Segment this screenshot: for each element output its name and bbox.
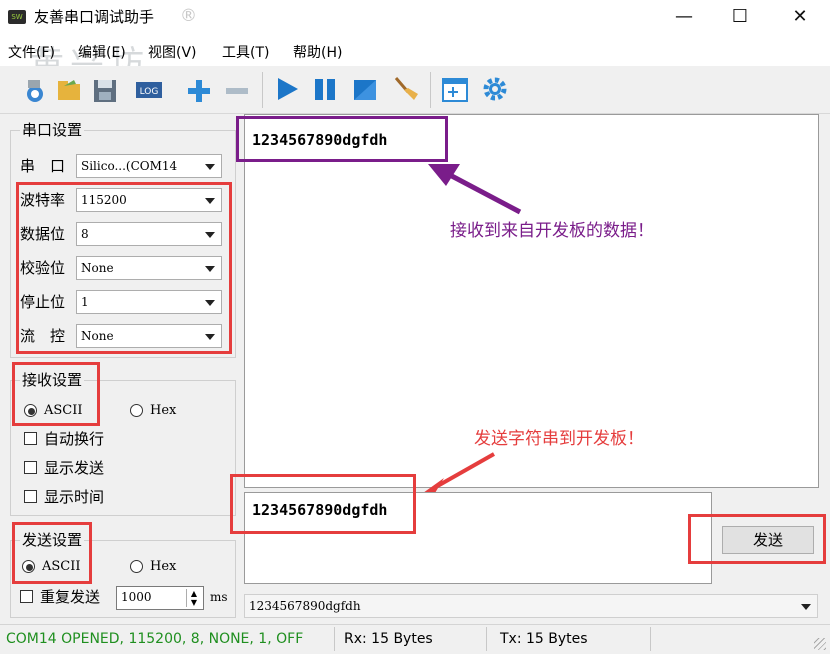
tx-count: Tx: 15 Bytes [500,631,588,647]
menu-view[interactable]: 视图(V) [148,44,197,62]
window-title: 友善串口调试助手 [34,8,155,26]
save-icon[interactable] [90,72,120,106]
receive-ascii-label: ASCII [44,403,83,418]
status-separator [334,627,335,651]
show-send-label: 显示发送 [44,459,105,477]
receive-annotation-arrow [428,164,522,215]
auto-wrap-label: 自动换行 [44,430,105,448]
port-select[interactable]: Silico...(COM14 [76,154,222,178]
highlight-send-data [230,474,416,534]
port-value: Silico...(COM14 [81,159,178,173]
maximize-button[interactable]: ☐ [710,0,770,36]
receive-hex-label: Hex [150,403,177,418]
zoom-in-icon[interactable] [184,72,214,106]
repeat-send-label: 重复发送 [40,588,101,606]
stop-icon[interactable] [350,72,380,106]
repeat-interval-value: 1000 [121,590,152,604]
receive-annotation: 接收到来自开发板的数据！ [450,221,654,241]
show-send-checkbox[interactable] [24,461,37,474]
clear-broom-icon[interactable] [390,72,420,106]
add-panel-icon[interactable] [440,72,470,106]
toolbar-separator [430,72,431,108]
receive-ascii-radio[interactable] [24,404,37,417]
send-hex-label: Hex [150,559,177,574]
chevron-down-icon [205,164,215,170]
receive-hex-radio[interactable] [130,404,143,417]
status-separator [650,627,651,651]
log-icon-text: LOG [140,87,159,97]
interval-unit: ms [210,590,228,604]
port-label: 串 口 [20,157,66,175]
app-icon: SW [8,10,26,24]
repeat-interval-spinbox[interactable]: 1000 ▲ ▼ [116,586,204,610]
menu-file[interactable]: 文件(F) [8,44,55,62]
history-value: 1234567890dgfdh [249,599,361,613]
settings-gear-icon[interactable] [480,72,510,106]
chevron-down-icon [801,604,811,610]
show-time-checkbox[interactable] [24,490,37,503]
menu-help[interactable]: 帮助(H) [293,44,342,62]
resize-grip-icon[interactable] [814,638,826,650]
connection-status: COM14 OPENED, 115200, 8, NONE, 1, OFF [6,631,304,647]
highlight-send-button [688,514,826,564]
zoom-out-icon[interactable] [222,72,252,106]
log-icon[interactable]: LOG [134,72,164,106]
send-ascii-radio[interactable] [22,560,35,573]
spin-arrows-icon[interactable]: ▲ ▼ [186,589,201,607]
highlight-receive-data [236,116,448,162]
status-separator [486,627,487,651]
menu-edit[interactable]: 编辑(E) [78,44,126,62]
new-connection-icon[interactable] [20,72,50,106]
show-time-label: 显示时间 [44,488,105,506]
repeat-send-checkbox[interactable] [20,590,33,603]
send-ascii-label: ASCII [42,559,81,574]
registered-mark: ® [180,6,197,26]
serial-settings-title: 串口设置 [20,120,85,140]
open-folder-icon[interactable] [54,72,84,106]
menu-tools[interactable]: 工具(T) [222,44,269,62]
highlight-serial-params [16,182,232,354]
send-hex-radio[interactable] [130,560,143,573]
pause-icon[interactable] [310,72,340,106]
send-annotation: 发送字符串到开发板！ [474,429,644,449]
minimize-button[interactable]: — [654,0,714,36]
auto-wrap-checkbox[interactable] [24,432,37,445]
rx-count: Rx: 15 Bytes [344,631,433,647]
send-history-select[interactable]: 1234567890dgfdh [244,594,818,618]
play-icon[interactable] [272,72,302,106]
toolbar-separator [262,72,263,108]
close-button[interactable]: ✕ [770,0,830,36]
